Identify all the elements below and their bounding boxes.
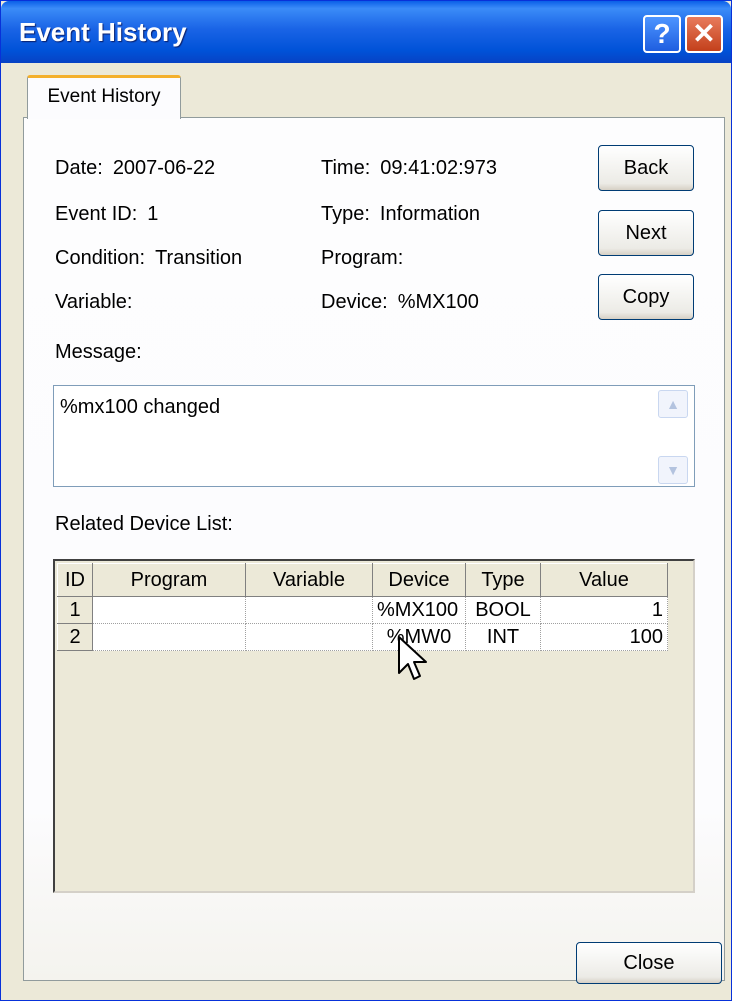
device-cell: %MX100 <box>372 596 466 624</box>
time-field: Time: 09:41:02:973 <box>321 157 497 180</box>
program-cell <box>92 596 246 624</box>
type-label: Type: <box>321 203 370 225</box>
condition-label: Condition: <box>55 247 146 269</box>
event-id-label: Event ID: <box>55 203 138 225</box>
help-icon: ? <box>653 18 671 49</box>
device-label: Device: <box>321 291 388 313</box>
event-history-window: Event History ? ✕ Event History Date: 200… <box>0 0 732 1001</box>
date-label: Date: <box>55 157 103 179</box>
mouse-cursor-icon <box>398 636 427 680</box>
related-device-table: ID Program Variable Device Type Value 1 … <box>57 563 668 651</box>
device-field: Device: %MX100 <box>321 291 479 314</box>
message-scrollbar[interactable]: ▲ ▼ <box>658 390 688 484</box>
related-device-grid[interactable]: ID Program Variable Device Type Value 1 … <box>53 559 695 893</box>
type-cell: BOOL <box>465 596 541 624</box>
close-window-button[interactable]: ✕ <box>685 15 723 53</box>
row-id-cell: 1 <box>57 596 93 624</box>
event-id-value: 1 <box>147 203 159 225</box>
type-value: Information <box>379 203 480 225</box>
column-header-device[interactable]: Device <box>372 563 466 597</box>
variable-field: Variable: <box>55 291 142 314</box>
variable-cell <box>245 596 373 624</box>
value-cell: 1 <box>540 596 668 624</box>
column-header-type[interactable]: Type <box>465 563 541 597</box>
column-header-variable[interactable]: Variable <box>245 563 373 597</box>
copy-button[interactable]: Copy <box>598 274 694 320</box>
column-header-program[interactable]: Program <box>92 563 246 597</box>
table-row[interactable]: 1 %MX100 BOOL 1 <box>57 596 668 624</box>
scroll-up-icon[interactable]: ▲ <box>658 390 688 418</box>
message-textbox[interactable]: %mx100 changed ▲ ▼ <box>53 385 695 487</box>
variable-label: Variable: <box>55 291 133 313</box>
scroll-down-icon[interactable]: ▼ <box>658 456 688 484</box>
condition-field: Condition: Transition <box>55 247 242 270</box>
type-field: Type: Information <box>321 203 480 226</box>
date-field: Date: 2007-06-22 <box>55 157 215 180</box>
device-value: %MX100 <box>397 291 479 313</box>
variable-cell <box>245 623 373 651</box>
row-id-cell: 2 <box>57 623 93 651</box>
next-button[interactable]: Next <box>598 210 694 256</box>
message-text: %mx100 changed <box>60 396 221 418</box>
window-title: Event History <box>19 17 187 47</box>
condition-value: Transition <box>155 247 243 269</box>
table-row[interactable]: 2 %MW0 INT 100 <box>57 623 668 651</box>
related-device-list-label: Related Device List: <box>55 513 233 535</box>
column-header-id[interactable]: ID <box>57 563 93 597</box>
close-icon: ✕ <box>692 18 716 49</box>
back-button[interactable]: Back <box>598 145 694 191</box>
close-button[interactable]: Close <box>576 942 722 984</box>
time-label: Time: <box>321 157 371 179</box>
message-label: Message: <box>55 341 142 363</box>
help-button[interactable]: ? <box>643 15 681 53</box>
title-bar[interactable]: Event History ? ✕ <box>1 1 731 63</box>
program-cell <box>92 623 246 651</box>
program-label: Program: <box>321 247 404 269</box>
type-cell: INT <box>465 623 541 651</box>
value-cell: 100 <box>540 623 668 651</box>
column-header-value[interactable]: Value <box>540 563 668 597</box>
time-value: 09:41:02:973 <box>380 157 498 179</box>
tab-event-history[interactable]: Event History <box>27 75 181 119</box>
date-value: 2007-06-22 <box>112 157 216 179</box>
table-header-row: ID Program Variable Device Type Value <box>57 563 668 597</box>
program-field: Program: <box>321 247 413 270</box>
event-id-field: Event ID: 1 <box>55 203 158 226</box>
